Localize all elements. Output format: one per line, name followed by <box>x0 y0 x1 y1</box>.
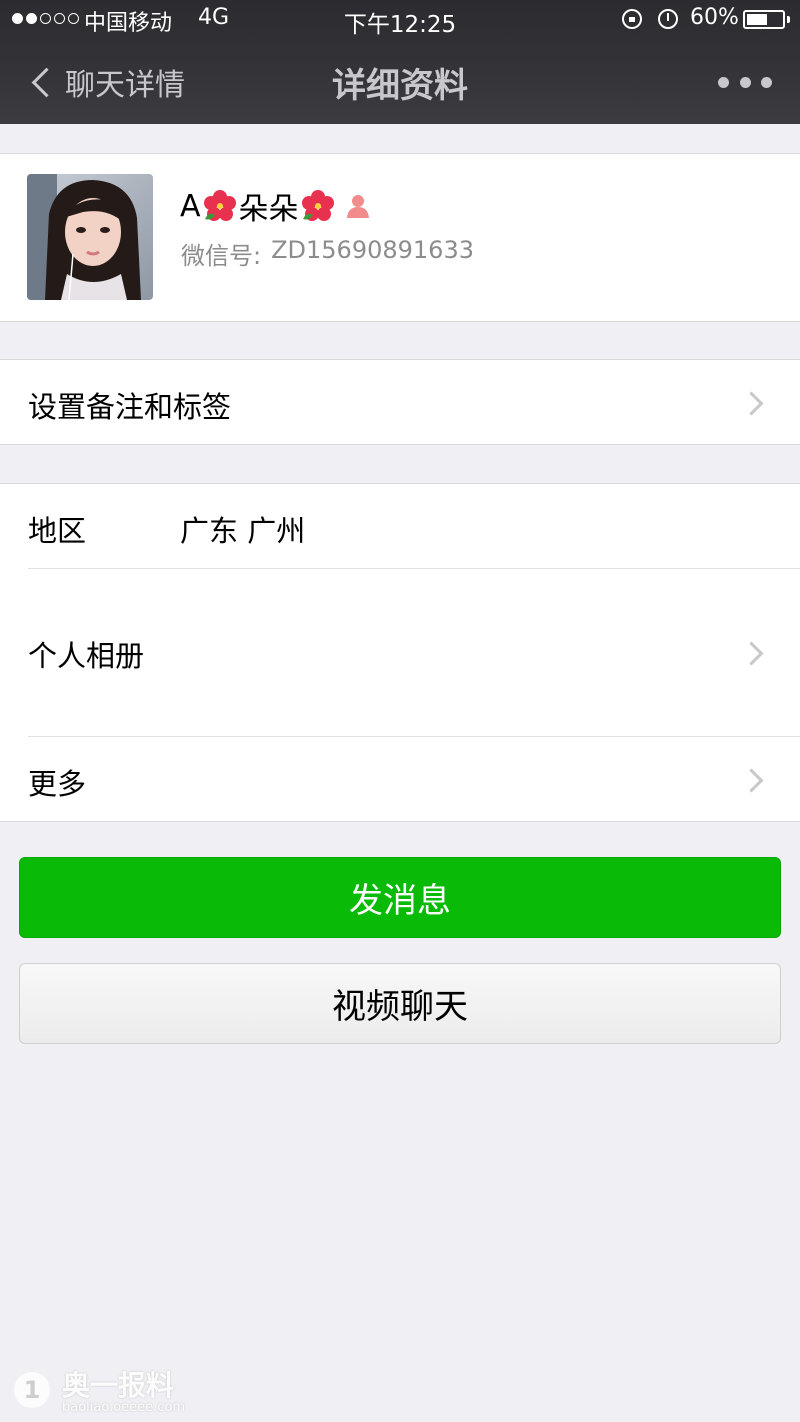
female-icon <box>346 195 369 218</box>
album-row[interactable]: 个人相册 <box>0 569 800 736</box>
video-chat-button[interactable]: 视频聊天 <box>19 963 781 1044</box>
watermark-text: 奥一报料 <box>62 1369 175 1402</box>
profile-name: A 朵朵 <box>180 184 371 228</box>
album-label: 个人相册 <box>28 639 145 673</box>
region-value: 广东 广州 <box>180 514 306 548</box>
chevron-right-icon <box>739 641 764 666</box>
watermark-badge: 1 <box>14 1372 50 1408</box>
more-label: 更多 <box>28 767 87 801</box>
top-bar: 中国移动 4G 下午12:25 60% 聊天详情 详细资料 <box>0 0 800 124</box>
more-row[interactable]: 更多 <box>0 737 800 821</box>
name-main: 朵朵 <box>238 192 299 227</box>
battery-icon <box>743 10 785 29</box>
rotation-lock-icon <box>622 9 642 29</box>
wechat-id-value: ZD15690891633 <box>271 236 474 264</box>
info-group: 地区 广东 广州 个人相册 更多 <box>0 483 800 822</box>
watermark-url: baoliao.oeeee.com <box>62 1400 186 1415</box>
chevron-right-icon <box>739 391 764 416</box>
alarm-icon <box>658 9 678 29</box>
avatar[interactable] <box>27 174 153 300</box>
hibiscus-emoji-icon <box>301 190 334 221</box>
chevron-right-icon <box>739 768 764 793</box>
dot <box>739 76 751 88</box>
remark-tags-row[interactable]: 设置备注和标签 <box>0 360 800 444</box>
region-label: 地区 <box>28 514 87 548</box>
remark-tags-label: 设置备注和标签 <box>28 390 232 424</box>
status-time: 下午12:25 <box>343 12 457 38</box>
battery-fill <box>747 14 767 25</box>
dot <box>718 76 729 88</box>
watermark: 1 奥一报料 baoliao.oeeee.com <box>14 1364 254 1420</box>
profile-card: A 朵朵 微信号: ZD15690891633 <box>0 153 800 322</box>
send-message-button[interactable]: 发消息 <box>19 857 781 938</box>
status-bar: 中国移动 4G 下午12:25 60% <box>0 0 800 40</box>
battery-percent: 60% <box>690 5 739 30</box>
page-title: 详细资料 <box>332 66 468 106</box>
region-row: 地区 广东 广州 <box>0 484 800 568</box>
battery-tip <box>787 16 790 23</box>
hibiscus-emoji-icon <box>203 190 236 221</box>
name-prefix: A <box>180 188 201 224</box>
wechat-id: 微信号: ZD15690891633 <box>181 236 474 271</box>
wechat-id-label: 微信号: <box>181 242 262 270</box>
dot <box>761 76 772 88</box>
more-dots-icon[interactable] <box>718 62 772 102</box>
remark-group: 设置备注和标签 <box>0 359 800 445</box>
